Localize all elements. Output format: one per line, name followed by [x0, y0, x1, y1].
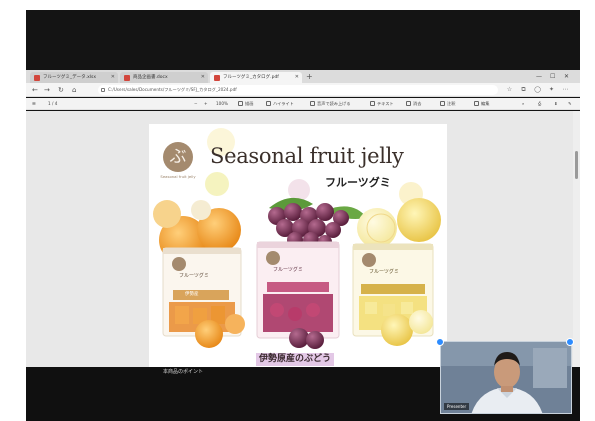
url-field[interactable]: C:/Users/sales/Documents/フルーツグミ/SFJ_カタログ… [98, 85, 498, 95]
zoom-in-icon[interactable]: + [204, 98, 208, 110]
toolbar-item-text[interactable]: テキスト [370, 98, 394, 110]
collections-icon[interactable]: ⧉ [520, 86, 527, 93]
package-label-grape: フルーツグミ [273, 267, 303, 273]
tab-spreadsheet[interactable]: フルーツグミ_データ.xlsx ✕ [30, 72, 118, 83]
document-title: Seasonal fruit jelly [210, 144, 404, 168]
pdf-icon [214, 75, 220, 81]
logo-text: Seasonal fruit jelly [160, 174, 196, 179]
scrollbar-thumb[interactable] [575, 151, 578, 179]
profile-icon[interactable]: ◯ [534, 86, 541, 93]
toolbar-item-label: 編集 [481, 101, 490, 106]
close-icon[interactable]: ✕ [111, 72, 115, 83]
url-text: C:/Users/sales/Documents/フルーツグミ/SFJ_カタログ… [108, 87, 237, 92]
close-icon[interactable]: ✕ [295, 72, 299, 83]
zoom-share-frame: フルーツグミ_データ.xlsx ✕ 商品企画書.docx ✕ フルーツグミ_カタ… [0, 0, 595, 421]
webcam-thumbnail[interactable]: Presenter [440, 341, 572, 414]
highlighter-icon [266, 101, 271, 106]
eraser-icon [406, 101, 411, 106]
document-icon [34, 75, 40, 81]
menu-icon[interactable]: ⋯ [562, 86, 569, 93]
forward-arrow-icon[interactable]: → [44, 85, 50, 95]
product-caption: 伊勢原産のぶどう [256, 353, 335, 366]
minimize-button[interactable]: — [536, 70, 542, 83]
pen-icon [238, 101, 243, 106]
toolbar-item-read-aloud[interactable]: 音声で読み上げる [310, 98, 351, 110]
contents-icon[interactable]: ☰ [32, 98, 36, 110]
toolbar-item-label: 描画 [245, 101, 254, 106]
pdf-toolbar: ☰ 1 / 4 − + 100% 描画 ハイライト 音声で読み上げる テキスト … [26, 98, 580, 110]
tab-label: 商品企画書.docx [133, 75, 168, 80]
toolbar-item-edit[interactable]: 編集 [474, 98, 489, 110]
tab-label: フルーツグミ_カタログ.pdf [223, 75, 279, 80]
file-icon [101, 88, 105, 92]
refresh-icon[interactable]: ↻ [58, 85, 64, 95]
close-window-button[interactable]: ✕ [564, 70, 569, 83]
toolbar-item-annotate[interactable]: 注釈 [440, 98, 455, 110]
toolbar-item-label: テキスト [377, 101, 394, 106]
comment-icon [440, 101, 445, 106]
save-icon[interactable]: ⬇ [554, 98, 558, 110]
pin-marker[interactable] [436, 338, 444, 346]
pin-marker[interactable] [566, 338, 574, 346]
brand-logo: ぶ [163, 142, 193, 172]
back-arrow-icon[interactable]: ← [32, 85, 38, 95]
toolbar-item-label: 消去 [413, 101, 422, 106]
package-label-orange: フルーツグミ [179, 273, 209, 279]
package-tag: 伊勢産 [185, 292, 199, 297]
star-icon[interactable]: ☆ [506, 86, 513, 93]
text-icon [370, 101, 375, 106]
edit-icon [474, 101, 479, 106]
document-subtitle: フルーツグミ [325, 176, 391, 189]
search-icon[interactable]: ⌕ [522, 98, 524, 110]
tab-pdf[interactable]: フルーツグミ_カタログ.pdf ✕ [210, 72, 302, 83]
close-icon[interactable]: ✕ [201, 72, 205, 83]
tab-document[interactable]: 商品企画書.docx ✕ [120, 72, 208, 83]
vertical-scrollbar[interactable] [573, 111, 580, 367]
shared-screen: フルーツグミ_データ.xlsx ✕ 商品企画書.docx ✕ フルーツグミ_カタ… [26, 10, 580, 421]
home-icon[interactable]: ⌂ [72, 85, 76, 95]
page-indicator[interactable]: 1 / 4 [48, 98, 57, 110]
toolbar-item-label: 音声で読み上げる [317, 101, 351, 106]
logo-glyph: ぶ [169, 147, 187, 167]
pin-icon[interactable]: ✎ [568, 98, 572, 110]
tab-label: フルーツグミ_データ.xlsx [43, 75, 97, 80]
toolbar-item-draw[interactable]: 描画 [238, 98, 253, 110]
speaker-icon [310, 101, 315, 106]
zoom-out-icon[interactable]: − [194, 98, 198, 110]
maximize-button[interactable]: ☐ [550, 70, 555, 83]
bottom-text: 本商品のポイント [163, 369, 204, 375]
document-icon [124, 75, 130, 81]
address-bar-row: ← → ↻ ⌂ C:/Users/sales/Documents/フルーツグミ/… [26, 83, 580, 97]
print-icon[interactable]: ⎙ [538, 98, 541, 110]
package-label-citrus: フルーツグミ [369, 269, 399, 275]
toolbar-item-label: ハイライト [273, 101, 294, 106]
toolbar-item-label: 注釈 [447, 101, 456, 106]
participant-name: Presenter [444, 403, 470, 410]
toolbar-item-erase[interactable]: 消去 [406, 98, 421, 110]
pdf-page: ぶ Seasonal fruit jelly Seasonal fruit je… [149, 124, 447, 369]
toolbar-item-highlight[interactable]: ハイライト [266, 98, 294, 110]
pdf-viewer[interactable]: ぶ Seasonal fruit jelly Seasonal fruit je… [26, 111, 580, 369]
zoom-level[interactable]: 100% [216, 98, 228, 110]
new-tab-button[interactable]: + [306, 70, 313, 83]
extensions-icon[interactable]: ✦ [548, 86, 555, 93]
browser-tab-bar: フルーツグミ_データ.xlsx ✕ 商品企画書.docx ✕ フルーツグミ_カタ… [26, 70, 580, 83]
